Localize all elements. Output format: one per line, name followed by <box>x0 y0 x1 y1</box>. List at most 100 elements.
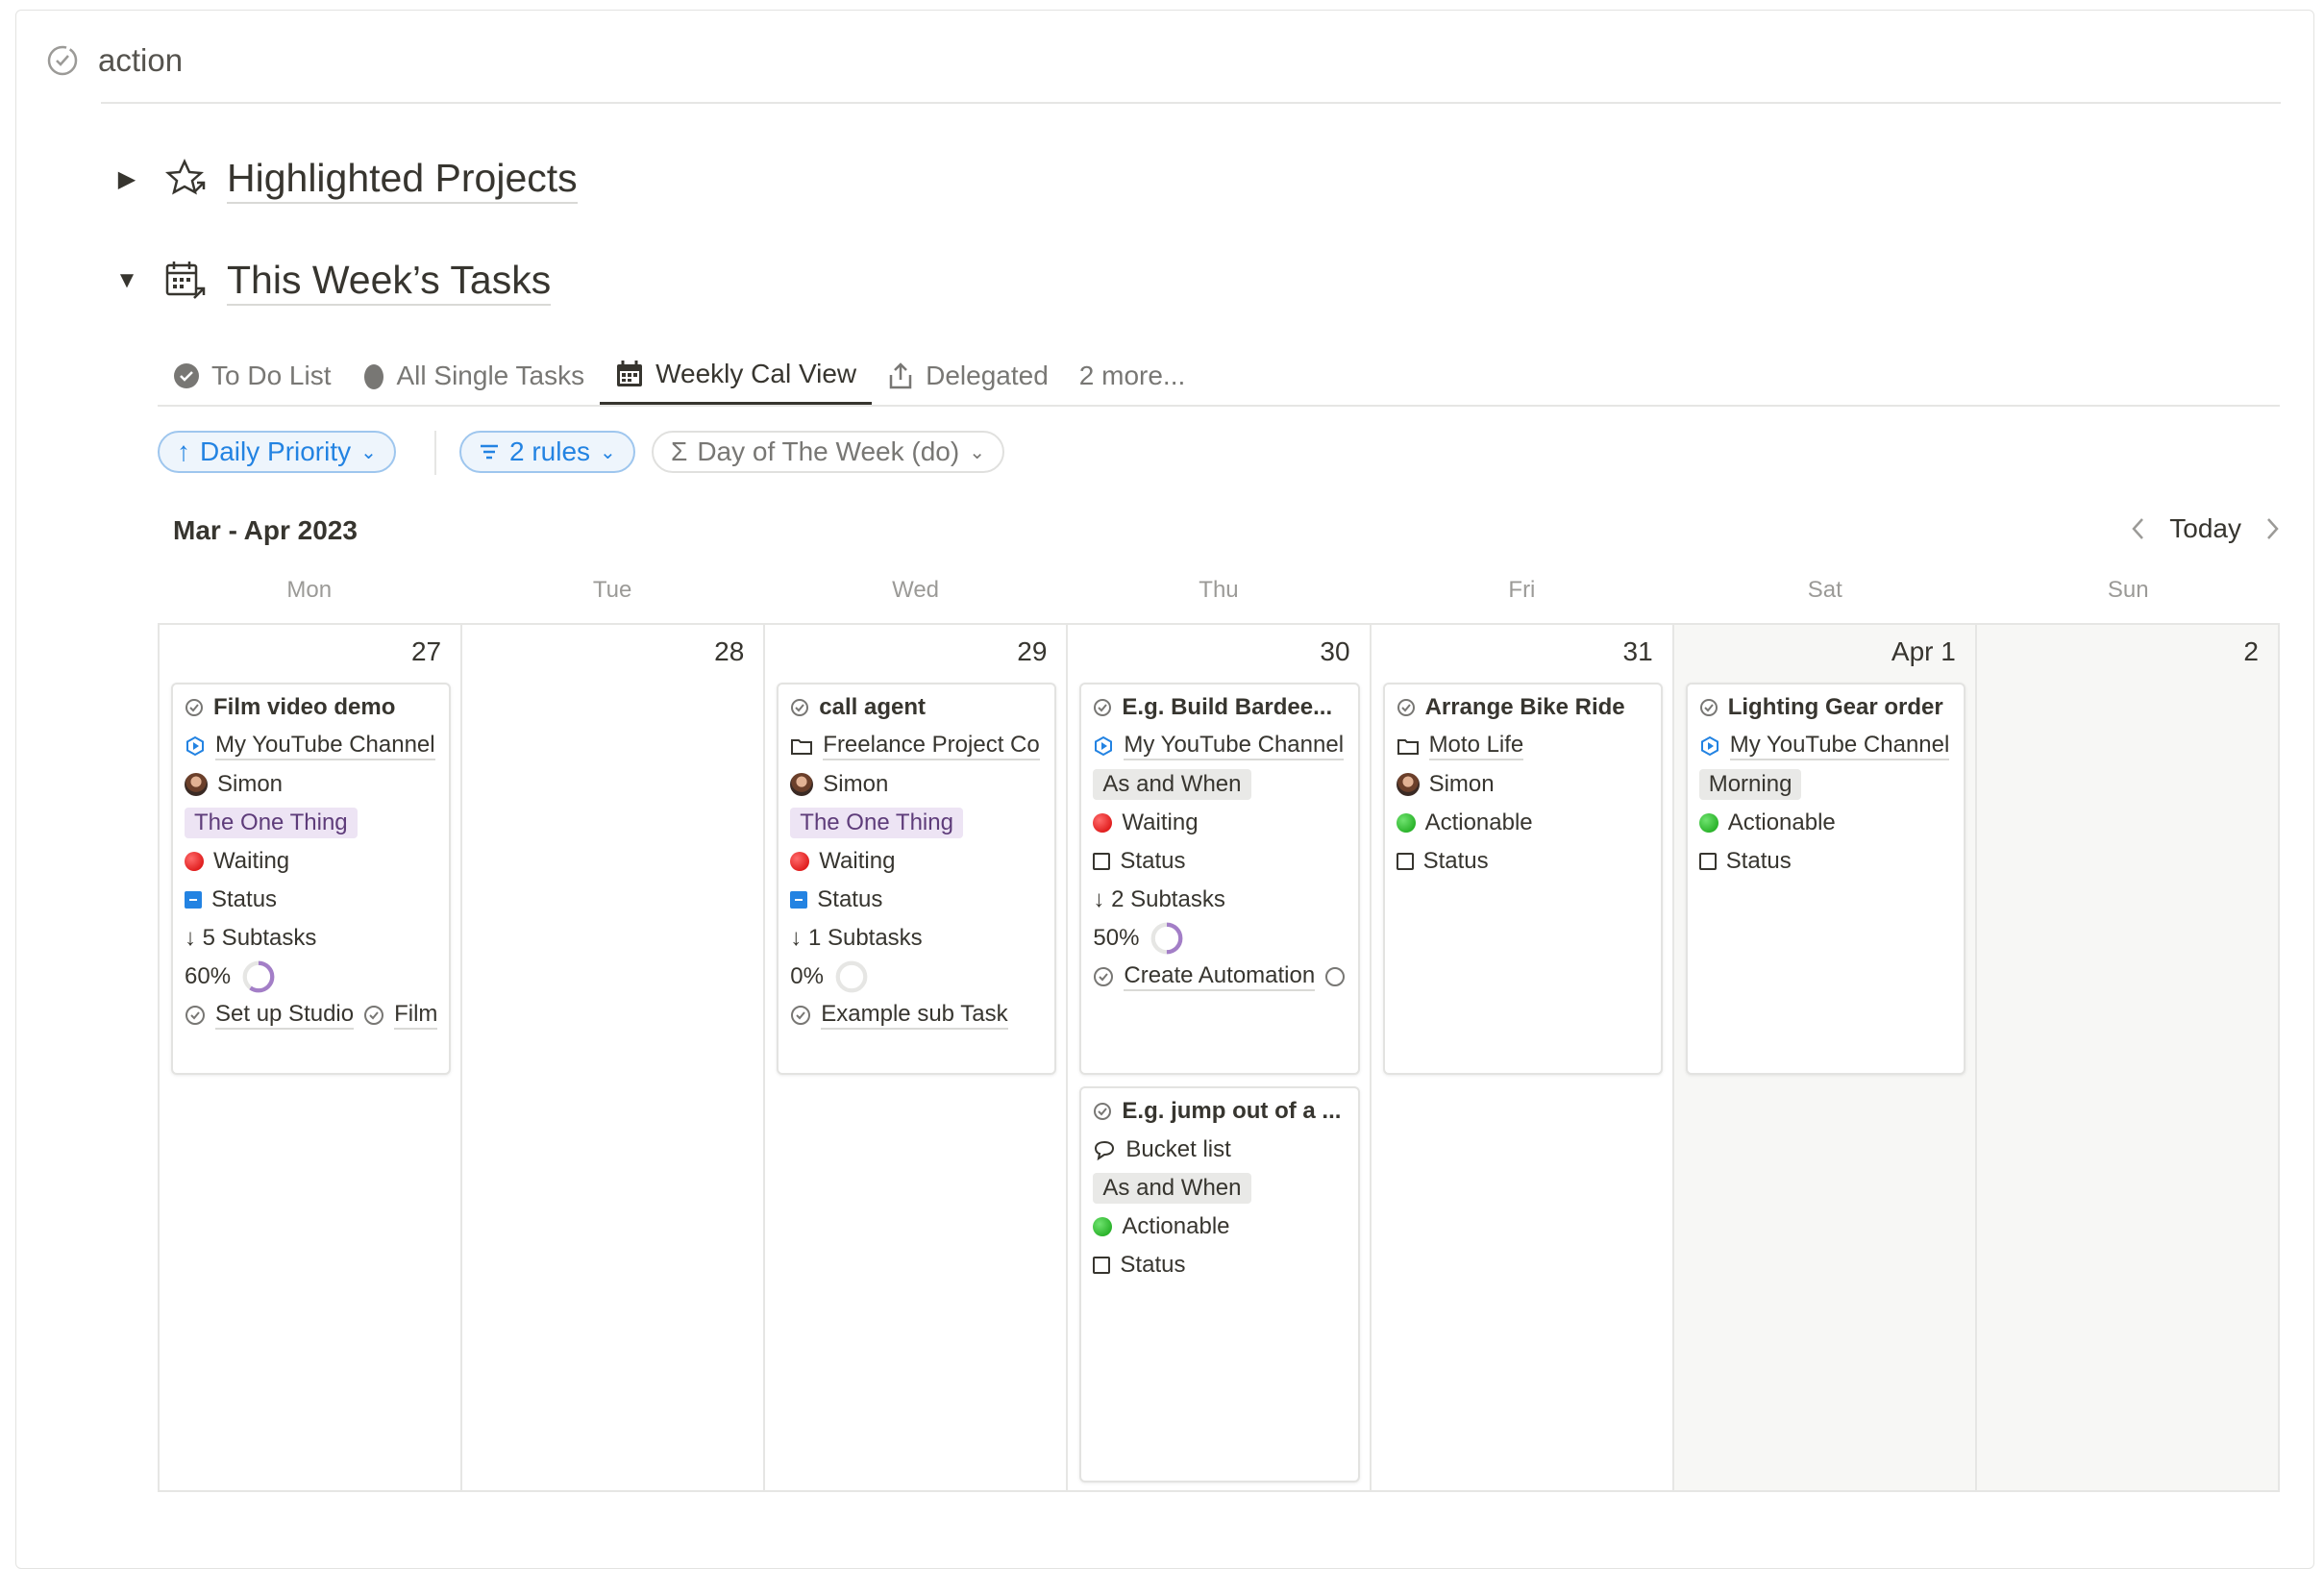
tab-to-do-list[interactable]: To Do List <box>158 346 347 406</box>
time-of-day-tag: Morning <box>1698 769 1802 800</box>
project-link[interactable]: Moto Life <box>1428 732 1524 760</box>
task-card[interactable]: Film video demo My YouTube Channel Simon… <box>171 683 452 1075</box>
state-label: Waiting <box>1122 809 1199 835</box>
drop-icon <box>362 361 385 390</box>
task-title: Lighting Gear order <box>1727 694 1943 720</box>
today-button[interactable]: Today <box>2169 513 2241 544</box>
status-checkbox[interactable] <box>1093 1257 1111 1274</box>
subtask-link[interactable]: Example sub Task <box>821 1001 1008 1030</box>
subtask-link[interactable]: Set up Studio <box>215 1001 355 1030</box>
subtasks-count: ↓ 2 Subtasks <box>1093 886 1225 912</box>
task-check-icon <box>1093 1102 1112 1121</box>
filter-rules[interactable]: 2 rules ⌄ <box>459 431 635 473</box>
subtask-link[interactable]: Create Automation <box>1124 962 1316 991</box>
day-cell-mon[interactable]: 27 Film video demo My YouTube Channel Si… <box>160 625 463 1490</box>
assignee-name: Simon <box>823 771 889 797</box>
project-link[interactable]: My YouTube Channel <box>1124 732 1345 760</box>
task-card[interactable]: Arrange Bike Ride Moto Life Simon Action… <box>1382 683 1663 1075</box>
status-label: Status <box>1120 1252 1186 1278</box>
day-number: 2 <box>2243 636 2259 666</box>
tab-label: Delegated <box>926 361 1049 390</box>
chevron-left-icon[interactable] <box>2129 515 2146 542</box>
weekday-header: Thu <box>1199 577 1239 603</box>
task-title: E.g. jump out of a ... <box>1122 1098 1342 1124</box>
collapse-triangle-icon[interactable]: ▼ <box>108 267 146 294</box>
tab-more[interactable]: 2 more... <box>1064 346 1200 406</box>
progress-ring <box>242 960 275 993</box>
tab-weekly-cal-view[interactable]: Weekly Cal View <box>600 346 873 406</box>
day-number: 31 <box>1622 636 1653 666</box>
sort-label: Daily Priority <box>200 436 352 466</box>
progress-ring <box>835 960 868 993</box>
expand-triangle-icon[interactable]: ▶ <box>108 165 146 193</box>
status-checkbox[interactable] <box>1396 853 1414 870</box>
tab-label: 2 more... <box>1078 361 1186 390</box>
progress-ring <box>1151 922 1183 955</box>
day-cell-fri[interactable]: 31 Arrange Bike Ride Moto Life Simon Act… <box>1372 625 1674 1490</box>
day-number: 29 <box>1017 636 1048 666</box>
project-link[interactable]: Freelance Project Co <box>823 732 1040 760</box>
task-card[interactable]: call agent Freelance Project Co Simon Th… <box>777 683 1057 1075</box>
view-tabs: To Do List All Single Tasks Weekly Cal V… <box>158 346 1200 406</box>
folder-icon <box>1397 736 1420 756</box>
waiting-dot-icon <box>185 852 204 871</box>
day-cell-thu[interactable]: 30 E.g. Build Bardee... My YouTube Chann… <box>1068 625 1372 1490</box>
status-label: Status <box>817 886 883 912</box>
task-card[interactable]: E.g. jump out of a ... Bucket list As an… <box>1079 1086 1360 1482</box>
check-circle-icon <box>46 44 79 77</box>
status-label: Status <box>211 886 278 912</box>
weekday-header: Wed <box>892 577 940 603</box>
project-label[interactable]: Bucket list <box>1125 1136 1230 1163</box>
tab-label: To Do List <box>211 361 332 390</box>
sort-daily-priority[interactable]: ↑ Daily Priority ⌄ <box>158 431 396 473</box>
tabs-divider <box>158 405 2280 407</box>
folder-icon <box>790 736 813 756</box>
priority-tag: The One Thing <box>790 808 963 838</box>
sigma-icon: Σ <box>671 436 688 466</box>
state-label: Waiting <box>819 848 896 874</box>
tab-all-single-tasks[interactable]: All Single Tasks <box>347 346 601 406</box>
weekday-header: Tue <box>592 577 632 603</box>
priority-tag: The One Thing <box>185 808 358 838</box>
day-cell-sat[interactable]: Apr 1 Lighting Gear order My YouTube Cha… <box>1673 625 1977 1490</box>
page-header: action <box>46 42 183 79</box>
status-checkbox[interactable] <box>185 891 202 909</box>
calendar-arrow-icon <box>163 258 210 304</box>
project-link[interactable]: My YouTube Channel <box>1729 732 1950 760</box>
subtask-check-icon <box>790 1005 811 1026</box>
day-number: 28 <box>714 636 745 666</box>
chevron-down-icon: ⌄ <box>360 441 377 463</box>
rules-label: 2 rules <box>509 436 591 466</box>
group-label: Day of The Week (do) <box>697 436 960 466</box>
day-cell-tue[interactable]: 28 <box>462 625 766 1490</box>
task-card[interactable]: E.g. Build Bardee... My YouTube Channel … <box>1079 683 1360 1075</box>
section-title[interactable]: Highlighted Projects <box>227 154 578 204</box>
day-cell-wed[interactable]: 29 call agent Freelance Project Co Simon… <box>765 625 1069 1490</box>
waiting-dot-icon <box>790 852 810 871</box>
group-by-day[interactable]: Σ Day of The Week (do) ⌄ <box>652 431 1004 473</box>
subtask-check-icon <box>185 1005 206 1026</box>
project-icon <box>185 735 206 757</box>
task-check-icon <box>1699 698 1718 717</box>
subtask-check-icon <box>1324 966 1346 987</box>
task-card[interactable]: Lighting Gear order My YouTube Channel M… <box>1685 683 1966 1075</box>
status-checkbox[interactable] <box>1698 853 1717 870</box>
progress-percent: 60% <box>185 963 232 989</box>
task-title: call agent <box>819 694 926 720</box>
subtask-link[interactable]: Film <box>394 1001 438 1030</box>
status-checkbox[interactable] <box>790 891 808 909</box>
tab-label: Weekly Cal View <box>655 359 857 388</box>
day-cell-sun[interactable]: 2 <box>1976 625 2278 1490</box>
section-title[interactable]: This Week’s Tasks <box>227 256 552 306</box>
chevron-right-icon[interactable] <box>2264 515 2282 542</box>
project-icon <box>1699 735 1720 757</box>
task-title: Arrange Bike Ride <box>1424 694 1625 720</box>
subtask-check-icon <box>363 1005 384 1026</box>
calendar-grid: 27 Film video demo My YouTube Channel Si… <box>158 623 2280 1492</box>
status-checkbox[interactable] <box>1093 853 1111 870</box>
tab-delegated[interactable]: Delegated <box>872 346 1064 406</box>
share-icon <box>887 361 914 390</box>
project-link[interactable]: My YouTube Channel <box>215 732 435 760</box>
filter-lines-icon <box>479 443 500 461</box>
task-check-icon <box>185 698 204 717</box>
